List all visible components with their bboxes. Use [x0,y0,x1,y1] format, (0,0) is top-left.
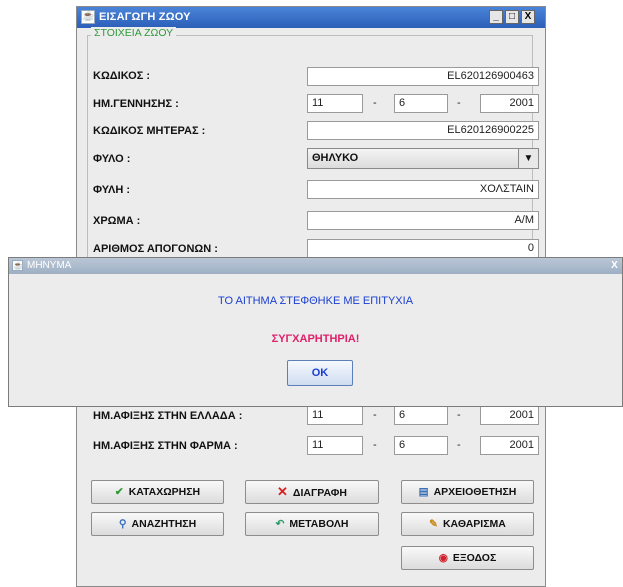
close-button[interactable]: X [521,10,535,24]
code-field[interactable]: EL620126900463 [307,67,539,86]
group-legend: ΣΤΟΙΧΕΙΑ ΖΩΟΥ [91,27,177,39]
dialog-message-congrats: ΣΥΓΧΑΡΗΤΗΡΙΑ! [271,333,360,345]
arrival-farm-month-field[interactable]: 6 [394,436,448,455]
offspring-field[interactable]: 0 [307,239,539,258]
dialog-message-success: ΤΟ ΑΙΤΗΜΑ ΣΤΕΦΘΗΚΕ ΜΕ ΕΠΙΤΥΧΙΑ [217,295,414,307]
mother-code-field[interactable]: EL620126900225 [307,121,539,140]
magnifier-icon: ⚲ [118,518,127,530]
date-separator: - [457,409,461,421]
undo-arrow-icon: ↶ [275,518,285,530]
birth-month-field[interactable]: 6 [394,94,448,113]
arrival-farm-day-field[interactable]: 11 [307,436,363,455]
message-dialog: ☕ ΜΗΝΥΜΑ X ΤΟ ΑΙΤΗΜΑ ΣΤΕΦΘΗΚΕ ΜΕ ΕΠΙΤΥΧΙ… [8,257,623,407]
minimize-button[interactable]: _ [489,10,503,24]
exit-button[interactable]: ◉ ΕΞΟΔΟΣ [401,546,534,570]
offspring-label: ΑΡΙΘΜΟΣ ΑΠΟΓΟΝΩΝ : [93,243,218,255]
arrival-greece-label: ΗΜ.ΑΦΙΞΗΣ ΣΤΗΝ ΕΛΛΑΔΑ : [93,410,243,422]
arrival-greece-day-field[interactable]: 11 [307,406,363,425]
main-window-title: ΕΙΣΑΓΩΓΗ ΖΩΟΥ [99,11,191,23]
java-app-icon: ☕ [12,260,23,271]
color-field[interactable]: Α/Μ [307,211,539,230]
breed-label: ΦΥΛΗ : [93,184,131,196]
maximize-button[interactable]: □ [505,10,519,24]
sex-label: ΦΥΛΟ : [93,153,131,165]
sex-dropdown-value: ΘΗΛΥΚΟ [312,152,359,164]
modify-button[interactable]: ↶ ΜΕΤΑΒΟΛΗ [245,512,379,536]
dialog-close-button[interactable]: X [609,260,620,271]
date-separator: - [457,97,461,109]
code-label: ΚΩΔΙΚΟΣ : [93,70,151,82]
clear-button[interactable]: ✎ ΚΑΘΑΡΙΣΜΑ [401,512,534,536]
folder-icon: ▤ [418,486,429,498]
delete-button[interactable]: ✕ ΔΙΑΓΡΑΦΗ [245,480,379,504]
breed-field[interactable]: ΧΟΛΣΤΑΙΝ [307,180,539,199]
birth-day-field[interactable]: 11 [307,94,363,113]
date-separator: - [457,439,461,451]
date-separator: - [373,97,377,109]
birth-year-field[interactable]: 2001 [480,94,539,113]
main-titlebar[interactable]: ☕ ΕΙΣΑΓΩΓΗ ΖΩΟΥ _ □ X [77,7,545,28]
arrival-farm-label: ΗΜ.ΑΦΙΞΗΣ ΣΤΗΝ ΦΑΡΜΑ : [93,440,238,452]
dialog-titlebar[interactable]: ☕ ΜΗΝΥΜΑ X [9,258,622,274]
x-icon: ✕ [277,484,288,499]
register-button[interactable]: ✔ ΚΑΤΑΧΩΡΗΣΗ [91,480,224,504]
dialog-title: ΜΗΝΥΜΑ [27,260,72,271]
archive-button[interactable]: ▤ ΑΡΧΕΙΟΘΕΤΗΣΗ [401,480,534,504]
dialog-ok-button[interactable]: OK [287,360,353,386]
mother-code-label: ΚΩΔΙΚΟΣ ΜΗΤΕΡΑΣ : [93,125,206,137]
arrival-greece-year-field[interactable]: 2001 [480,406,539,425]
arrival-farm-year-field[interactable]: 2001 [480,436,539,455]
date-separator: - [373,439,377,451]
checkmark-icon: ✔ [114,486,124,498]
arrival-greece-month-field[interactable]: 6 [394,406,448,425]
chevron-down-icon[interactable]: ▼ [518,149,538,168]
exit-icon: ◉ [438,552,448,564]
date-separator: - [373,409,377,421]
sex-dropdown[interactable]: ΘΗΛΥΚΟ ▼ [307,148,539,169]
birth-date-label: ΗΜ.ΓΕΝΝΗΣΗΣ : [93,98,179,110]
broom-icon: ✎ [429,518,438,530]
color-label: ΧΡΩΜΑ : [93,215,141,227]
java-app-icon: ☕ [81,10,95,24]
search-button[interactable]: ⚲ ΑΝΑΖΗΤΗΣΗ [91,512,224,536]
